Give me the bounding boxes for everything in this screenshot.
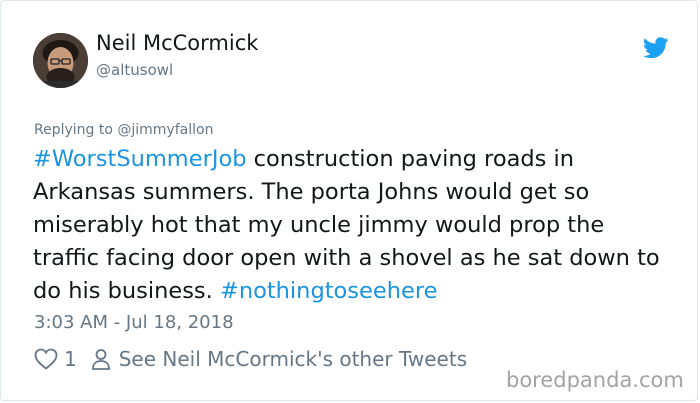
hashtag-link[interactable]: #WorstSummerJob — [33, 146, 247, 172]
tweet-timestamp[interactable]: 3:03 AM - Jul 18, 2018 — [34, 312, 234, 333]
reply-prefix: Replying to — [34, 122, 118, 138]
tweet-text: #WorstSummerJob construction paving road… — [33, 143, 673, 308]
heart-icon[interactable] — [34, 348, 58, 370]
reply-context: Replying to @jimmyfallon — [34, 122, 213, 138]
hashtag-link[interactable]: #nothingtoseehere — [220, 278, 437, 304]
like-count: 1 — [64, 347, 77, 371]
see-other-tweets-link[interactable]: See Neil McCormick's other Tweets — [119, 347, 467, 371]
avatar-image — [33, 33, 88, 88]
tweet-actions: 1 See Neil McCormick's other Tweets — [34, 347, 467, 371]
watermark: boredpanda.com — [506, 368, 684, 392]
avatar[interactable] — [33, 33, 88, 88]
person-icon — [91, 349, 110, 370]
reply-mention-link[interactable]: @jimmyfallon — [117, 122, 213, 138]
tweet-card: Neil McCormick @altusowl Replying to @ji… — [0, 0, 698, 401]
display-name[interactable]: Neil McCormick — [96, 31, 258, 55]
twitter-bird-icon[interactable] — [643, 37, 669, 59]
user-handle[interactable]: @altusowl — [96, 61, 173, 79]
